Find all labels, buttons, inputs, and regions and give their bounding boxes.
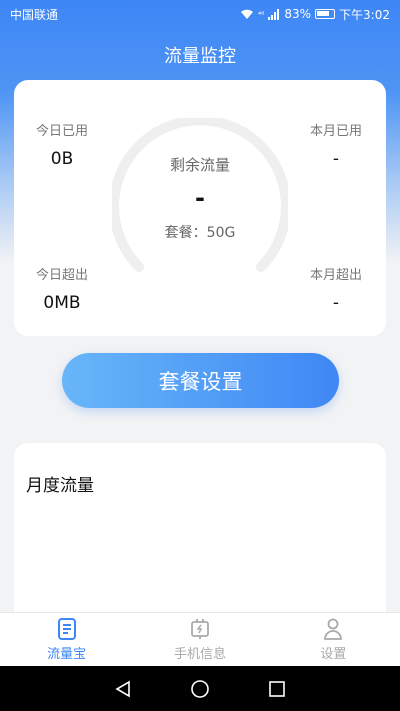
battery-icon [315,9,336,19]
tab-traffic[interactable]: 流量宝 [0,613,133,666]
today-used-value: 0B [50,149,74,169]
monthly-traffic-title: 月度流量 [26,476,94,496]
status-icons: ⁴⁶ 83% 下午3:02 [240,6,390,23]
status-bar: 中国联通 ⁴⁶ 83% 下午3:02 [0,0,400,28]
month-over-stat: 本月超出 - [296,264,376,313]
today-over-value: 0MB [43,293,81,313]
page-title: 流量监控 [164,46,236,67]
system-navigation-bar [0,666,400,711]
charger-icon [191,618,209,639]
tab-phone-info[interactable]: 手机信息 [133,613,266,666]
home-icon[interactable] [190,679,210,699]
today-used-label: 今日已用 [35,124,88,139]
month-used-stat: 本月已用 - [296,120,376,169]
back-icon[interactable] [114,680,132,698]
signal-icon [268,8,280,20]
gauge-value: - [195,184,205,212]
tab-settings[interactable]: 设置 [267,613,400,666]
bottom-tab-bar: 流量宝 手机信息 设置 [0,612,400,666]
today-over-label: 今日超出 [35,268,88,283]
today-over-stat: 今日超出 0MB [22,264,102,313]
month-over-label: 本月超出 [309,268,362,283]
month-over-value: - [332,293,340,313]
month-used-value: - [332,149,340,169]
gauge-label: 剩余流量 [169,156,230,174]
network-type: ⁴⁶ [257,9,265,19]
month-used-label: 本月已用 [309,124,362,139]
recents-icon[interactable] [268,680,286,698]
monthly-traffic-card: 月度流量 [14,443,386,623]
traffic-summary-card: 今日已用 0B 本月已用 - 今日超出 0MB 本月超出 - 剩余流量 - 套餐… [14,80,386,336]
plan-settings-button[interactable]: 套餐设置 [62,353,339,408]
tab-phone-info-label: 手机信息 [173,646,226,662]
today-used-stat: 今日已用 0B [22,120,102,169]
tab-traffic-label: 流量宝 [47,646,87,662]
tab-settings-label: 设置 [320,646,347,662]
clock: 下午3:02 [339,7,390,22]
plan-size-label: 套餐：50G [164,225,236,241]
battery-percent: 83% [284,7,312,21]
document-icon [57,617,76,640]
user-icon [324,618,343,640]
carrier-label: 中国联通 [10,7,59,22]
wifi-icon [240,9,253,19]
